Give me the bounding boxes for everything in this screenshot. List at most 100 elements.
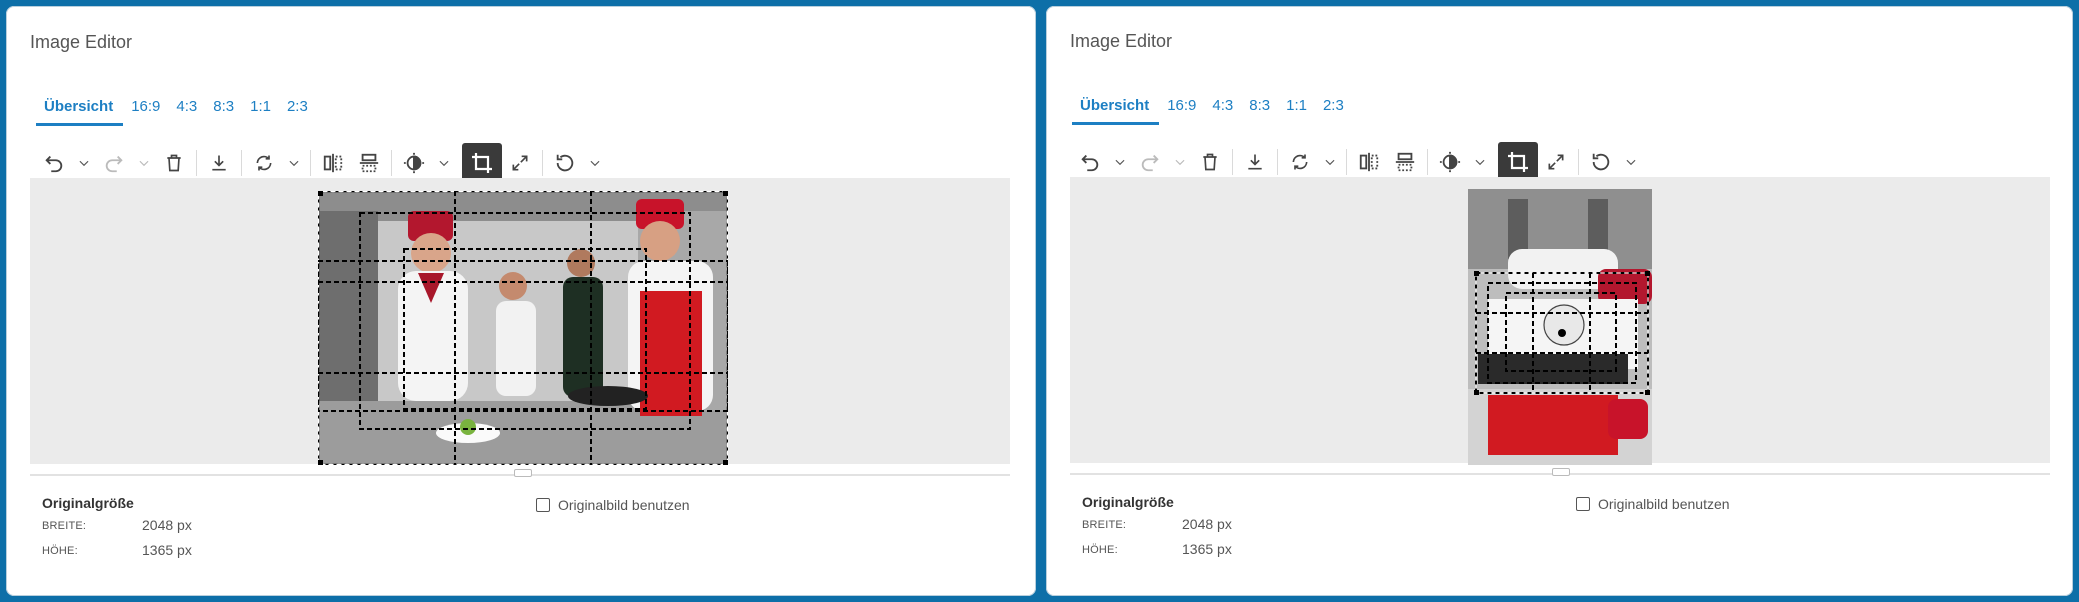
original-size-heading: Originalgröße	[1082, 494, 1174, 510]
chevron-down-icon	[1175, 159, 1185, 166]
chevron-down-icon	[590, 160, 600, 167]
tab-4-3[interactable]: 4:3	[1204, 91, 1241, 125]
flip-horizontal-button[interactable]	[315, 145, 351, 181]
panel-title: Image Editor	[30, 32, 133, 52]
tab-4-3[interactable]: 4:3	[168, 92, 205, 126]
checkbox-box[interactable]	[536, 498, 550, 512]
use-original-checkbox[interactable]: Originalbild benutzen	[536, 497, 690, 513]
toolbar-divider	[1346, 149, 1347, 175]
download-icon	[1248, 154, 1262, 170]
width-label: BREITE:	[42, 520, 87, 532]
flip-horizontal-icon	[1359, 152, 1379, 172]
brightness-dropdown[interactable]	[1468, 144, 1492, 180]
delete-button[interactable]	[1192, 144, 1228, 180]
resize-handle[interactable]	[514, 469, 532, 477]
chevron-down-icon	[139, 160, 149, 167]
flip-vertical-button[interactable]	[351, 145, 387, 181]
reset-button[interactable]	[1583, 144, 1619, 180]
reset-dropdown[interactable]	[583, 145, 607, 181]
download-icon	[212, 155, 226, 171]
undo-button[interactable]	[1072, 144, 1108, 180]
crop-button[interactable]	[1498, 142, 1538, 182]
toolbar-divider	[1232, 149, 1233, 175]
use-original-label: Originalbild benutzen	[558, 497, 690, 513]
tab-16-9[interactable]: 16:9	[123, 92, 168, 126]
tab-2-3[interactable]: 2:3	[1315, 91, 1352, 125]
tab-overview[interactable]: Übersicht	[1072, 91, 1160, 125]
undo-dropdown[interactable]	[1108, 144, 1132, 180]
reset-button[interactable]	[547, 145, 583, 181]
flip-vertical-icon	[359, 153, 379, 173]
crop-overlay[interactable]	[1468, 189, 1652, 465]
tab-16-9[interactable]: 16:9	[1159, 91, 1204, 125]
tab-1-1[interactable]: 1:1	[242, 92, 279, 126]
brightness-button[interactable]	[396, 145, 432, 181]
original-size-heading: Originalgröße	[42, 495, 134, 511]
toolbar-divider	[542, 150, 543, 176]
height-label: HÖHE:	[1082, 544, 1118, 556]
download-button[interactable]	[1237, 144, 1273, 180]
chevron-down-icon	[1475, 159, 1485, 166]
tab-1-1[interactable]: 1:1	[1278, 91, 1315, 125]
fullscreen-button[interactable]	[1538, 144, 1574, 180]
rotate-icon	[256, 155, 272, 171]
reset-dropdown[interactable]	[1619, 144, 1643, 180]
chevron-down-icon	[439, 160, 449, 167]
rotate-icon	[1292, 154, 1308, 170]
undo-dropdown[interactable]	[72, 145, 96, 181]
width-value: 2048 px	[142, 517, 192, 533]
flip-vertical-button[interactable]	[1387, 144, 1423, 180]
height-label: HÖHE:	[42, 545, 78, 557]
brightness-icon	[403, 152, 425, 174]
rotate-dropdown[interactable]	[1318, 144, 1342, 180]
crop-overlay[interactable]	[318, 191, 728, 465]
rotate-dropdown[interactable]	[282, 145, 306, 181]
toolbar-divider	[196, 150, 197, 176]
image-editor-panel-right: Image Editor Übersicht 16:9 4:3 8:3 1:1 …	[1046, 6, 2073, 596]
rotate-button[interactable]	[246, 145, 282, 181]
use-original-checkbox[interactable]: Originalbild benutzen	[1576, 496, 1730, 512]
resize-handle[interactable]	[1552, 468, 1570, 476]
chevron-down-icon	[1325, 159, 1335, 166]
chevron-down-icon	[289, 160, 299, 167]
undo-button[interactable]	[36, 145, 72, 181]
fullscreen-icon	[1548, 154, 1564, 170]
delete-icon	[1203, 153, 1217, 171]
crop-icon	[1508, 152, 1528, 172]
brightness-button[interactable]	[1432, 144, 1468, 180]
delete-icon	[167, 154, 181, 172]
flip-horizontal-button[interactable]	[1351, 144, 1387, 180]
tab-overview[interactable]: Übersicht	[36, 92, 124, 126]
tab-8-3[interactable]: 8:3	[205, 92, 242, 126]
checkbox-box[interactable]	[1576, 497, 1590, 511]
ratio-tabs: Übersicht 16:9 4:3 8:3 1:1 2:3	[36, 92, 316, 126]
tab-2-3[interactable]: 2:3	[279, 92, 316, 126]
undo-icon	[1081, 154, 1099, 172]
undo-icon	[45, 155, 63, 173]
rotate-button[interactable]	[1282, 144, 1318, 180]
panel-title: Image Editor	[1070, 31, 1173, 51]
crop-button[interactable]	[462, 143, 502, 183]
brightness-dropdown[interactable]	[432, 145, 456, 181]
download-button[interactable]	[201, 145, 237, 181]
flip-horizontal-icon	[323, 153, 343, 173]
chevron-down-icon	[1626, 159, 1636, 166]
toolbar-divider	[241, 150, 242, 176]
redo-icon	[1141, 154, 1159, 172]
chevron-down-icon	[79, 160, 89, 167]
use-original-label: Originalbild benutzen	[1598, 496, 1730, 512]
toolbar-divider	[1277, 149, 1278, 175]
fullscreen-icon	[512, 155, 528, 171]
brightness-icon	[1439, 151, 1461, 173]
redo-dropdown[interactable]	[132, 145, 156, 181]
toolbar-divider	[310, 150, 311, 176]
ratio-tabs: Übersicht 16:9 4:3 8:3 1:1 2:3	[1072, 91, 1352, 125]
delete-button[interactable]	[156, 145, 192, 181]
redo-dropdown[interactable]	[1168, 144, 1192, 180]
toolbar-divider	[1427, 149, 1428, 175]
tab-8-3[interactable]: 8:3	[1241, 91, 1278, 125]
reset-icon	[1592, 153, 1610, 171]
redo-button[interactable]	[96, 145, 132, 181]
redo-button[interactable]	[1132, 144, 1168, 180]
fullscreen-button[interactable]	[502, 145, 538, 181]
